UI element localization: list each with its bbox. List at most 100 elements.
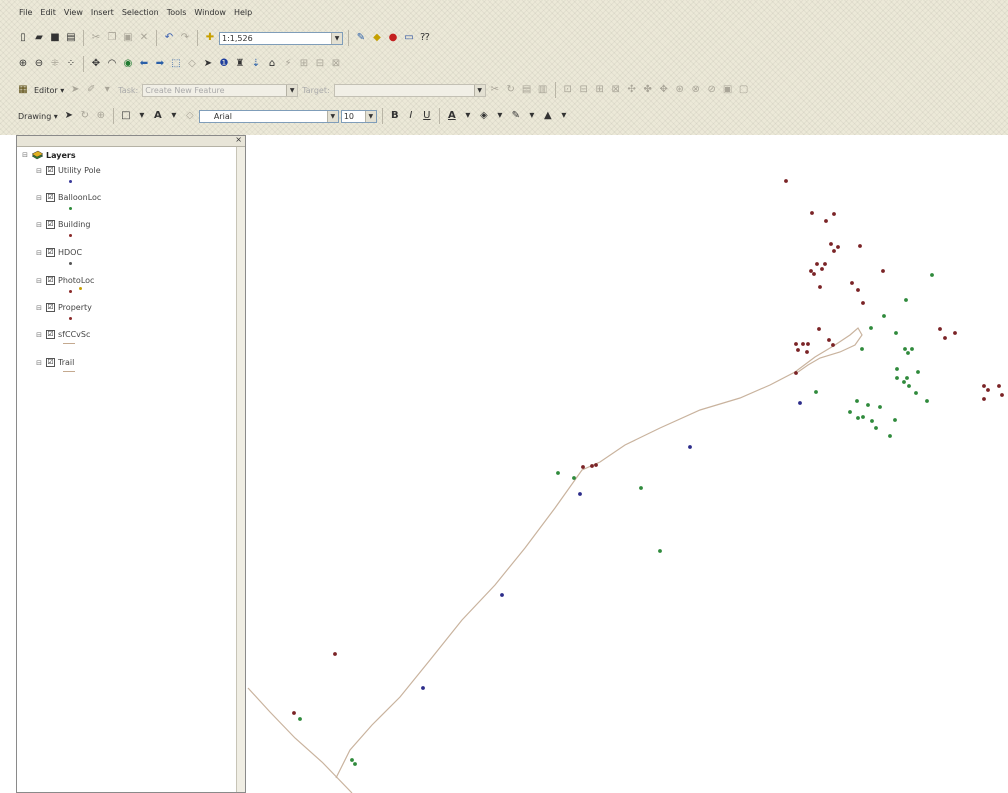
property-point[interactable] (810, 211, 814, 215)
marker-color-icon[interactable]: ▲ (541, 109, 555, 123)
create-viewer-icon[interactable]: ⊠ (329, 57, 343, 71)
balloon-point[interactable] (814, 390, 818, 394)
sketch-properties-icon[interactable]: ▥ (536, 83, 550, 97)
property-point[interactable] (938, 327, 942, 331)
find-icon[interactable]: ♜ (233, 57, 247, 71)
balloon-point[interactable] (894, 331, 898, 335)
balloon-point[interactable] (916, 370, 920, 374)
property-point[interactable] (818, 285, 822, 289)
toc-layer[interactable]: ⊟ ☑ PhotoLoc (35, 276, 94, 285)
property-point[interactable] (581, 465, 585, 469)
balloon-point[interactable] (866, 403, 870, 407)
delete-icon[interactable]: ✕ (137, 31, 151, 45)
full-extent-icon[interactable]: ◠ (105, 57, 119, 71)
topology-icon-5[interactable]: ✣ (625, 83, 639, 97)
zoom-in-icon[interactable]: ⊕ (16, 57, 30, 71)
edit-vertices-icon[interactable]: ◇ (183, 109, 197, 123)
layer-visibility-checkbox[interactable]: ☑ (46, 276, 55, 285)
dropdown-arrow-icon[interactable]: ▼ (473, 84, 485, 96)
collapse-icon[interactable]: ⊟ (35, 249, 43, 257)
layer-visibility-checkbox[interactable]: ☑ (46, 303, 55, 312)
fixed-zoom-out-icon[interactable]: ⁘ (64, 57, 78, 71)
balloon-point[interactable] (925, 399, 929, 403)
trail-line[interactable] (247, 687, 353, 793)
collapse-icon[interactable]: ⊟ (35, 221, 43, 229)
property-point[interactable] (333, 652, 337, 656)
utility-pole-point[interactable] (798, 401, 802, 405)
forward-extent-icon[interactable]: ➡ (153, 57, 167, 71)
sketch-tool-icon[interactable]: ✐ (84, 83, 98, 97)
identify-icon[interactable]: ❶ (217, 57, 231, 71)
new-document-icon[interactable]: ▯ (16, 31, 30, 45)
property-point[interactable] (986, 388, 990, 392)
property-point[interactable] (823, 262, 827, 266)
layers-root[interactable]: ⊟ Layers (21, 150, 76, 160)
property-point[interactable] (794, 371, 798, 375)
map-scale-combo[interactable]: 1:1,526 ▼ (219, 31, 343, 45)
property-point[interactable] (292, 711, 296, 715)
utility-pole-point[interactable] (421, 686, 425, 690)
collapse-icon[interactable]: ⊟ (35, 194, 43, 202)
layer-visibility-checkbox[interactable]: ☑ (46, 166, 55, 175)
property-point[interactable] (590, 464, 594, 468)
underline-button[interactable]: U (420, 109, 434, 123)
property-point[interactable] (1000, 393, 1004, 397)
topology-icon-4[interactable]: ⊠ (609, 83, 623, 97)
open-folder-icon[interactable]: ▰ (32, 31, 46, 45)
property-point[interactable] (829, 242, 833, 246)
font-combo[interactable]: Arial ▼ (198, 109, 339, 123)
balloon-point[interactable] (860, 347, 864, 351)
property-point[interactable] (794, 342, 798, 346)
globe-icon[interactable]: ◉ (121, 57, 135, 71)
balloon-point[interactable] (882, 314, 886, 318)
rotate-icon[interactable]: ↻ (78, 109, 92, 123)
collapse-icon[interactable]: ⊟ (35, 359, 43, 367)
select-features-icon[interactable]: ⬚ (169, 57, 183, 71)
toolbox-icon[interactable]: ● (386, 31, 400, 45)
property-point[interactable] (801, 342, 805, 346)
measure-icon[interactable]: ⌂ (265, 57, 279, 71)
property-point[interactable] (943, 336, 947, 340)
property-point[interactable] (824, 219, 828, 223)
dropdown-arrow-icon[interactable]: ▼ (331, 32, 342, 44)
paste-icon[interactable]: ▣ (121, 31, 135, 45)
property-point[interactable] (997, 384, 1001, 388)
marker-color-dropdown-icon[interactable]: ▾ (557, 109, 571, 123)
property-point[interactable] (836, 245, 840, 249)
balloon-point[interactable] (914, 391, 918, 395)
arctoolbox-icon[interactable]: ◆ (370, 31, 384, 45)
property-point[interactable] (832, 212, 836, 216)
topology-icon-7[interactable]: ✥ (657, 83, 671, 97)
map-display[interactable] (246, 135, 1008, 793)
whats-this-help-icon[interactable]: ⁇ (418, 31, 432, 45)
balloon-point[interactable] (350, 758, 354, 762)
toc-layer[interactable]: ⊟ ☑ BalloonLoc (35, 193, 101, 202)
property-point[interactable] (784, 179, 788, 183)
text-icon[interactable]: A (151, 109, 165, 123)
balloon-point[interactable] (298, 717, 302, 721)
collapse-icon[interactable]: ⊟ (35, 304, 43, 312)
balloon-point[interactable] (848, 410, 852, 414)
topology-icon-12[interactable]: ▢ (737, 83, 751, 97)
menu-window[interactable]: Window (193, 8, 227, 22)
print-icon[interactable]: ▤ (64, 31, 78, 45)
balloon-point[interactable] (856, 416, 860, 420)
property-point[interactable] (953, 331, 957, 335)
property-point[interactable] (982, 384, 986, 388)
copy-icon[interactable]: ❐ (105, 31, 119, 45)
collapse-icon[interactable]: ⊟ (35, 331, 43, 339)
property-point[interactable] (817, 327, 821, 331)
editor-menu[interactable]: Editor ▾ (32, 86, 66, 95)
property-point[interactable] (806, 342, 810, 346)
editor-toolbar-icon[interactable]: ✎ (354, 31, 368, 45)
topology-icon-2[interactable]: ⊟ (577, 83, 591, 97)
balloon-point[interactable] (878, 405, 882, 409)
topology-icon-6[interactable]: ✤ (641, 83, 655, 97)
dropdown-arrow-icon[interactable]: ▼ (364, 110, 376, 122)
go-to-xy-icon[interactable]: ⇣ (249, 57, 263, 71)
italic-button[interactable]: I (404, 109, 418, 123)
property-point[interactable] (594, 463, 598, 467)
pan-icon[interactable]: ✥ (89, 57, 103, 71)
fill-color-dropdown-icon[interactable]: ▾ (493, 109, 507, 123)
topology-icon-9[interactable]: ⊗ (689, 83, 703, 97)
